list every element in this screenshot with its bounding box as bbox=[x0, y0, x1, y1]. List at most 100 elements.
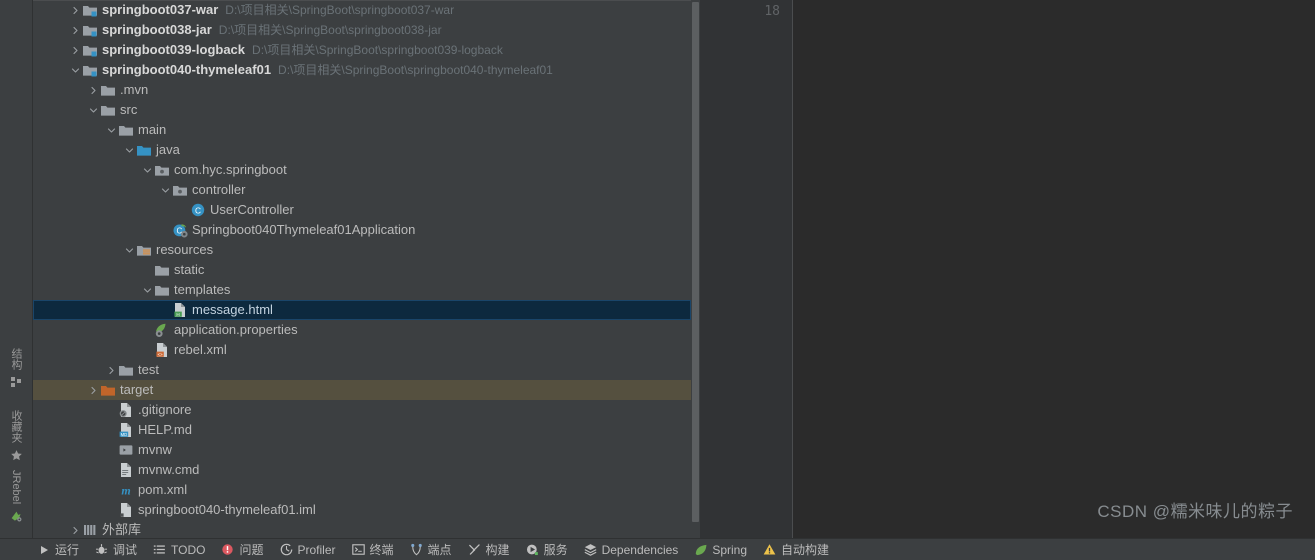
chevron-right-icon[interactable] bbox=[87, 86, 100, 95]
chevron-down-icon[interactable] bbox=[159, 186, 172, 195]
folder-gray-icon bbox=[100, 102, 116, 118]
chevron-right-icon[interactable] bbox=[87, 386, 100, 395]
chevron-down-icon[interactable] bbox=[87, 106, 100, 115]
tree-row[interactable]: .mvn bbox=[33, 80, 691, 100]
tree-row[interactable]: m pom.xml bbox=[33, 480, 691, 500]
rail-item-favorites[interactable]: 收藏夹 bbox=[0, 408, 32, 465]
tree-row[interactable]: .gitignore bbox=[33, 400, 691, 420]
bottom-bar-item-debug[interactable]: 调试 bbox=[94, 539, 137, 560]
bottom-bar-item-services[interactable]: 服务 bbox=[525, 539, 568, 560]
tree-row[interactable]: mvnw.cmd bbox=[33, 460, 691, 480]
module-icon bbox=[82, 62, 98, 78]
tree-row[interactable]: springboot040-thymeleaf01 D:\项目相关\SpringB… bbox=[33, 60, 691, 80]
chevron-right-icon[interactable] bbox=[69, 26, 82, 35]
tree-row-path: D:\项目相关\SpringBoot\springboot039-logback bbox=[252, 43, 503, 57]
tree-row[interactable]: C UserController bbox=[33, 200, 691, 220]
dependencies-icon bbox=[583, 542, 598, 557]
tree-row[interactable]: mvnw bbox=[33, 440, 691, 460]
bottom-bar-item-warning[interactable]: 自动构建 bbox=[762, 539, 829, 560]
tree-row[interactable]: main bbox=[33, 120, 691, 140]
bottom-bar-item-build[interactable]: 构建 bbox=[467, 539, 510, 560]
bottom-bar-item-problems[interactable]: 问题 bbox=[220, 539, 264, 560]
bottom-bar-item-endpoints[interactable]: 端点 bbox=[409, 539, 452, 560]
chevron-right-icon[interactable] bbox=[105, 366, 118, 375]
tree-row-label: .mvn bbox=[120, 82, 149, 97]
bottom-bar-item-label: 终端 bbox=[369, 543, 394, 557]
tree-row[interactable]: springboot038-jar D:\项目相关\SpringBoot\spri… bbox=[33, 20, 691, 40]
tree-row[interactable]: springboot040-thymeleaf01.iml bbox=[33, 500, 691, 520]
jrebel-icon bbox=[10, 510, 23, 526]
bottom-bar-item-run[interactable]: 运行 bbox=[36, 539, 79, 560]
chevron-down-icon[interactable] bbox=[141, 166, 154, 175]
chevron-down-icon[interactable] bbox=[105, 126, 118, 135]
editor-gutter[interactable]: 18 bbox=[700, 0, 793, 538]
tree-row[interactable]: 外部库 bbox=[33, 520, 691, 538]
tree-row[interactable]: com.hyc.springboot bbox=[33, 160, 691, 180]
tree-row[interactable]: static bbox=[33, 260, 691, 280]
tree-row[interactable]: <> rebel.xml bbox=[33, 340, 691, 360]
tree-row-label: target bbox=[120, 382, 154, 397]
tree-row[interactable]: MD HELP.md bbox=[33, 420, 691, 440]
bottom-bar-item-label: Spring bbox=[712, 542, 747, 557]
tree-row[interactable]: target bbox=[33, 380, 691, 400]
bottom-bar-item-terminal[interactable]: 终端 bbox=[351, 539, 394, 560]
tree-row-label: test bbox=[138, 362, 159, 377]
bottom-bar-item-todo[interactable]: TODO bbox=[152, 539, 205, 560]
project-tree-panel[interactable]: springboot037-war D:\项目相关\SpringBoot\spri… bbox=[33, 0, 691, 538]
tree-row[interactable]: springboot039-logback D:\项目相关\SpringBoot\… bbox=[33, 40, 691, 60]
iml-file-icon bbox=[118, 502, 134, 518]
tree-row-label: com.hyc.springboot bbox=[174, 162, 287, 177]
chevron-right-icon[interactable] bbox=[69, 46, 82, 55]
chevron-down-icon[interactable] bbox=[141, 286, 154, 295]
rail-item-structure[interactable]: 结构 bbox=[0, 346, 32, 391]
scrollbar-thumb[interactable] bbox=[692, 2, 699, 522]
chevron-right-icon[interactable] bbox=[69, 526, 82, 535]
module-icon bbox=[82, 42, 98, 58]
problems-icon bbox=[220, 542, 235, 557]
tree-row-label: static bbox=[174, 262, 205, 277]
rail-item-jrebel[interactable]: JRebel bbox=[0, 468, 32, 526]
java-class-icon: C bbox=[190, 202, 206, 218]
html-file-icon: H bbox=[172, 302, 188, 318]
tree-row[interactable]: controller bbox=[33, 180, 691, 200]
tree-row[interactable]: src bbox=[33, 100, 691, 120]
tree-row[interactable]: application.properties bbox=[33, 320, 691, 340]
bottom-bar-item-label: Profiler bbox=[297, 542, 336, 557]
chevron-down-icon[interactable] bbox=[69, 66, 82, 75]
bottom-bar-item-label: 服务 bbox=[543, 543, 568, 557]
rail-item-favorites-label: 收藏夹 bbox=[10, 410, 22, 443]
chevron-right-icon[interactable] bbox=[69, 6, 82, 15]
tree-row[interactable]: templates bbox=[33, 280, 691, 300]
tree-row-label: resources bbox=[156, 242, 214, 257]
bottom-bar-item-dependencies[interactable]: Dependencies bbox=[583, 539, 679, 560]
bottom-bar-item-spring[interactable]: Spring bbox=[693, 539, 747, 560]
tree-row-label: HELP.md bbox=[138, 422, 192, 437]
xml-file-icon: <> bbox=[154, 342, 170, 358]
maven-file-icon: m bbox=[118, 482, 134, 498]
tree-row[interactable]: resources bbox=[33, 240, 691, 260]
tree-row-label: src bbox=[120, 102, 138, 117]
folder-resources-icon bbox=[136, 242, 152, 258]
tree-row[interactable]: Hmessage.html bbox=[33, 300, 691, 320]
endpoints-icon bbox=[409, 542, 424, 557]
package-icon bbox=[154, 162, 170, 178]
chevron-down-icon[interactable] bbox=[123, 146, 136, 155]
bottom-bar-item-label: Dependencies bbox=[601, 542, 679, 557]
bottom-bar-item-label: 自动构建 bbox=[781, 543, 830, 557]
tree-row[interactable]: springboot037-war D:\项目相关\SpringBoot\spri… bbox=[33, 0, 691, 20]
markdown-file-icon: MD bbox=[118, 422, 134, 438]
todo-icon bbox=[152, 542, 167, 557]
svg-text:m: m bbox=[121, 483, 130, 497]
tree-row[interactable]: test bbox=[33, 360, 691, 380]
chevron-down-icon[interactable] bbox=[123, 246, 136, 255]
bottom-bar-item-label: TODO bbox=[171, 542, 206, 557]
bottom-bar-item-label: 端点 bbox=[427, 543, 452, 557]
project-tree[interactable]: springboot037-war D:\项目相关\SpringBoot\spri… bbox=[33, 0, 691, 538]
tree-row[interactable]: C Springboot040Thymeleaf01Application bbox=[33, 220, 691, 240]
editor-text-area[interactable]: CSDN @糯米味儿的粽子 bbox=[793, 0, 1315, 538]
bottom-bar-item-profiler[interactable]: Profiler bbox=[279, 539, 336, 560]
tree-row[interactable]: java bbox=[33, 140, 691, 160]
build-icon bbox=[467, 542, 482, 557]
tree-row-label: templates bbox=[174, 282, 231, 297]
project-tree-scrollbar[interactable] bbox=[691, 0, 700, 538]
